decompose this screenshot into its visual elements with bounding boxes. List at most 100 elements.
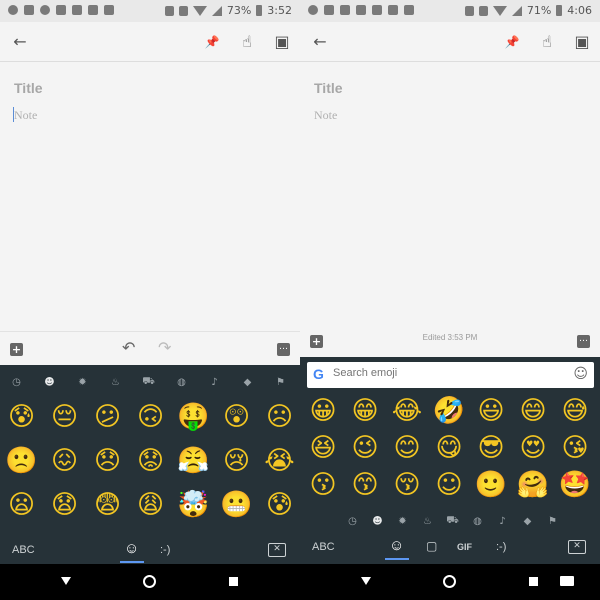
emoji-key[interactable]: 😆 (302, 428, 344, 465)
emoji-key[interactable]: 😁 (344, 391, 386, 428)
emoji-key[interactable]: 🙁 (0, 441, 43, 485)
undo-icon[interactable]: ↶ (122, 338, 135, 357)
pin-icon[interactable]: 📌 (502, 32, 522, 52)
title-field[interactable]: Title (14, 80, 43, 96)
keyboard-bottom-bar: ABC ☺ ▢ GIF :-) ✕ (300, 534, 600, 564)
reminder-touch-icon[interactable]: ☝ (537, 32, 557, 52)
emoticon-key[interactable]: :-) (496, 541, 506, 553)
emoji-key[interactable]: 😟 (129, 441, 172, 485)
emoji-search-box[interactable]: G ☺ (307, 362, 594, 388)
emoji-key[interactable]: 😧 (43, 485, 86, 529)
emoji-tab-icon[interactable]: ☺ (124, 540, 139, 557)
nav-home-icon[interactable] (443, 575, 456, 588)
globe-category-icon[interactable]: ◍ (465, 516, 490, 527)
emoji-key[interactable]: ☹ (258, 397, 300, 441)
emoji-key[interactable]: 😔 (43, 397, 86, 441)
flags-category-icon[interactable]: ⚑ (264, 377, 297, 388)
emoji-key[interactable]: 😎 (470, 428, 512, 465)
nav-back-icon[interactable] (361, 577, 371, 585)
backspace-icon[interactable]: ✕ (268, 543, 286, 557)
emoji-key[interactable]: 😬 (215, 485, 258, 529)
emoji-key[interactable]: 😀 (302, 391, 344, 428)
emoji-key[interactable]: 😊 (386, 428, 428, 465)
nav-recents-icon[interactable] (229, 577, 238, 586)
emoji-key[interactable]: 😍 (512, 428, 554, 465)
emoji-key[interactable]: 😩 (129, 485, 172, 529)
emoji-key[interactable]: 😦 (0, 485, 43, 529)
keyboard-switch-icon[interactable] (560, 576, 574, 586)
emoji-key[interactable]: 😘 (554, 428, 596, 465)
redo-icon[interactable]: ↷ (158, 338, 171, 357)
emoji-key[interactable]: 😃 (470, 391, 512, 428)
emoji-key[interactable]: 😖 (43, 441, 86, 485)
emoji-key[interactable]: 😭 (258, 441, 300, 485)
recent-category-icon[interactable]: ◷ (340, 516, 365, 527)
abc-key[interactable]: ABC (12, 544, 35, 556)
activity-category-icon[interactable]: ✹ (390, 516, 415, 527)
emoji-key[interactable]: 😕 (86, 397, 129, 441)
sticker-tab-icon[interactable]: ▢ (426, 539, 437, 553)
emoji-key[interactable]: ☺ (428, 465, 470, 502)
activity-category-icon[interactable]: ✹ (66, 377, 99, 388)
emoji-key[interactable]: 🤩 (554, 465, 596, 502)
more-options-icon[interactable]: … (577, 335, 590, 348)
abc-key[interactable]: ABC (312, 541, 335, 553)
archive-icon[interactable]: ▣ (572, 32, 592, 52)
symbols-category-icon[interactable]: ◆ (231, 377, 264, 388)
travel-category-icon[interactable]: ⛟ (132, 376, 165, 389)
flags-category-icon[interactable]: ⚑ (540, 516, 565, 527)
emoji-key[interactable]: 🙃 (129, 397, 172, 441)
emoji-key[interactable]: 🙂 (470, 465, 512, 502)
emoji-key[interactable]: 😂 (386, 391, 428, 428)
nav-recents-icon[interactable] (529, 577, 538, 586)
title-field[interactable]: Title (314, 80, 343, 96)
symbols-category-icon[interactable]: ◆ (515, 516, 540, 527)
objects-category-icon[interactable]: ♪ (198, 377, 231, 388)
smileys-category-icon[interactable]: ☻ (365, 516, 390, 527)
emoji-key[interactable]: 😗 (302, 465, 344, 502)
smiley-icon[interactable]: ☺ (573, 366, 588, 382)
objects-category-icon[interactable]: ♪ (490, 516, 515, 527)
emoji-search-input[interactable] (333, 367, 553, 379)
emoji-key[interactable]: 😉 (344, 428, 386, 465)
note-field[interactable]: Note (314, 108, 337, 123)
globe-category-icon[interactable]: ◍ (165, 377, 198, 388)
emoji-key[interactable]: 🤣 (428, 391, 470, 428)
emoji-key[interactable]: 😚 (386, 465, 428, 502)
emoji-key[interactable]: 🤑 (172, 397, 215, 441)
emoji-key[interactable]: 🤗 (512, 465, 554, 502)
nav-back-icon[interactable] (61, 577, 71, 585)
emoji-key[interactable]: 😙 (344, 465, 386, 502)
note-field[interactable]: Note (14, 108, 37, 123)
pin-icon[interactable]: 📌 (202, 32, 222, 52)
emoji-key[interactable]: 😋 (428, 428, 470, 465)
back-arrow-icon[interactable]: ← (10, 32, 30, 52)
emoji-key[interactable]: 😅 (554, 391, 596, 428)
emoticon-key[interactable]: :-) (160, 544, 170, 556)
smileys-category-icon[interactable]: ☻ (33, 377, 66, 388)
back-arrow-icon[interactable]: ← (310, 32, 330, 52)
nav-home-icon[interactable] (143, 575, 156, 588)
system-icons: 73% 3:52 (164, 4, 292, 17)
emoji-key[interactable]: 😰 (0, 397, 43, 441)
emoji-key[interactable]: 😤 (172, 441, 215, 485)
gif-tab[interactable]: GIF (457, 542, 472, 552)
emoji-grid: 😀 😁 😂 🤣 😃 😄 😅 😆 😉 😊 😋 😎 😍 😘 😗 😙 😚 ☺ 🙂 🤗 … (302, 391, 600, 502)
food-category-icon[interactable]: ♨ (415, 516, 440, 527)
emoji-key[interactable]: 😄 (512, 391, 554, 428)
emoji-key[interactable]: 😨 (86, 485, 129, 529)
more-options-icon[interactable]: … (277, 343, 290, 356)
food-category-icon[interactable]: ♨ (99, 377, 132, 388)
backspace-icon[interactable]: ✕ (568, 540, 586, 554)
archive-icon[interactable]: ▣ (272, 32, 292, 52)
add-icon[interactable]: + (10, 343, 23, 356)
emoji-key[interactable]: 😲 (215, 397, 258, 441)
emoji-key[interactable]: 🤯 (172, 485, 215, 529)
emoji-key[interactable]: 😢 (215, 441, 258, 485)
emoji-key[interactable]: 😞 (86, 441, 129, 485)
reminder-touch-icon[interactable]: ☝ (237, 32, 257, 52)
emoji-key[interactable]: 😰 (258, 485, 300, 529)
travel-category-icon[interactable]: ⛟ (440, 515, 465, 528)
emoji-tab-icon[interactable]: ☺ (389, 537, 404, 554)
recent-category-icon[interactable]: ◷ (0, 377, 33, 388)
